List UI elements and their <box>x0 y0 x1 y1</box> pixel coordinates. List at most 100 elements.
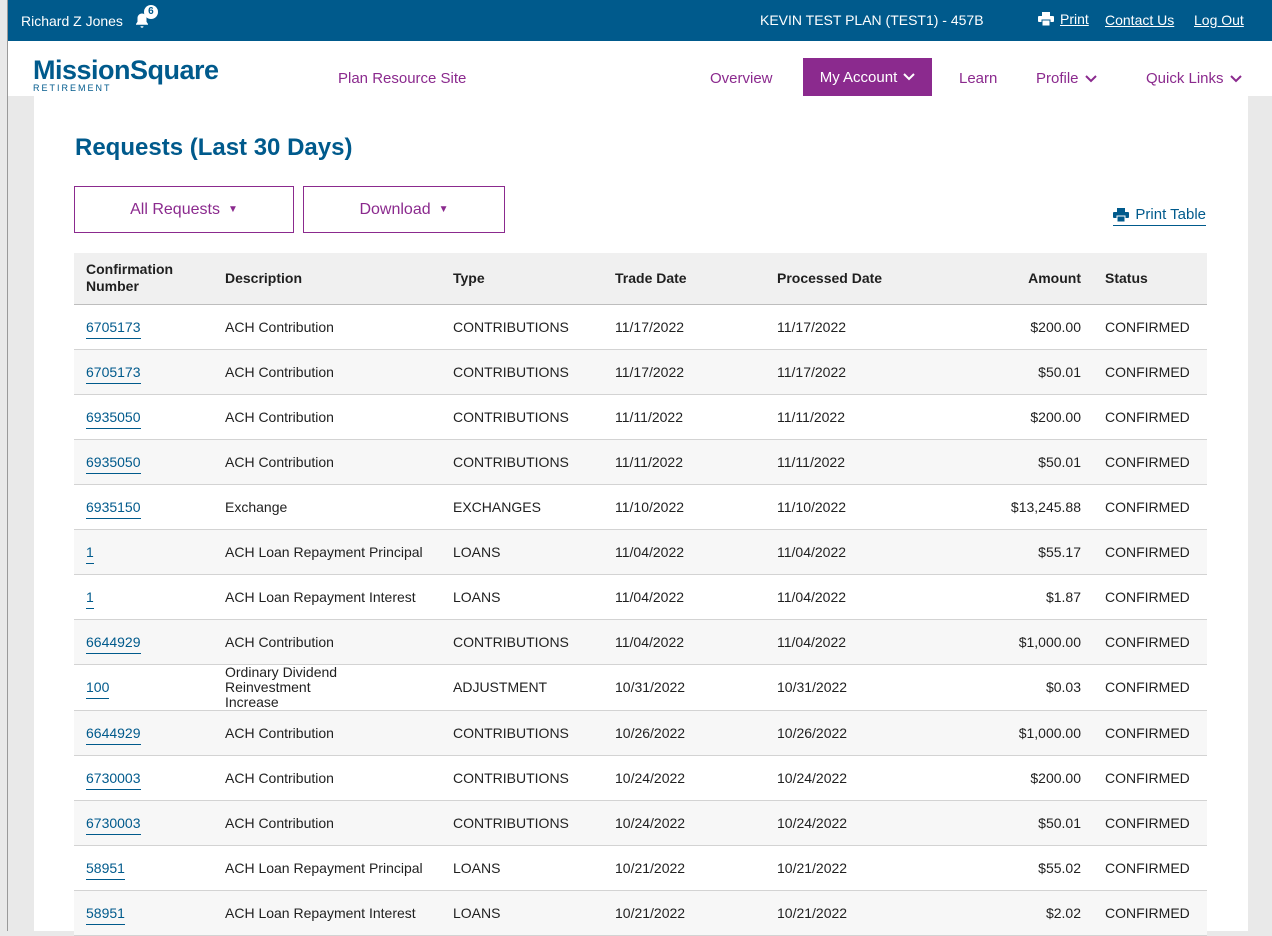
processed-date-cell: 10/26/2022 <box>765 710 919 756</box>
trade-date-cell: 10/21/2022 <box>603 890 765 936</box>
print-link[interactable]: Print <box>1038 11 1089 27</box>
status-cell: CONFIRMED <box>1093 664 1207 711</box>
description-cell: Ordinary Dividend Reinvestment Increase <box>225 663 338 710</box>
col-description[interactable]: Description <box>213 253 441 305</box>
amount-cell: $1.87 <box>919 574 1093 620</box>
description-cell: ACH Contribution <box>213 349 441 395</box>
processed-date-cell: 11/11/2022 <box>777 408 845 425</box>
amount-cell: $55.02 <box>919 845 1093 891</box>
confirmation-number-link[interactable]: 6644929 <box>86 633 141 654</box>
nav-plan-resource-site[interactable]: Plan Resource Site <box>338 70 466 87</box>
trade-date-cell: 10/21/2022 <box>615 859 686 876</box>
confirmation-number-cell: 1 <box>74 529 213 575</box>
status-cell: CONFIRMED <box>1093 710 1207 756</box>
confirmation-number-link[interactable]: 6644929 <box>86 724 141 745</box>
confirmation-number-link[interactable]: 6705173 <box>86 363 141 384</box>
processed-date-cell: 10/31/2022 <box>765 664 919 711</box>
nav-overview[interactable]: Overview <box>710 70 773 87</box>
status-cell: CONFIRMED <box>1105 904 1190 921</box>
confirmation-number-cell: 6730003 <box>74 755 213 801</box>
nav-my-account[interactable]: My Account <box>803 58 932 96</box>
trade-date-cell: 10/21/2022 <box>615 904 686 921</box>
status-cell: CONFIRMED <box>1093 619 1207 665</box>
description-cell: ACH Loan Repayment Principal <box>213 529 441 575</box>
nav-quick-links[interactable]: Quick Links <box>1146 70 1242 87</box>
status-cell: CONFIRMED <box>1105 408 1190 425</box>
processed-date-cell: 10/24/2022 <box>765 800 919 846</box>
col-confirmation-number[interactable]: Confirmation Number <box>74 253 213 305</box>
all-requests-dropdown[interactable]: All Requests ▼ <box>74 186 294 233</box>
trade-date-cell: 10/21/2022 <box>603 845 765 891</box>
table-row: 6705173 ACH Contribution CONTRIBUTIONS 11/1… <box>74 304 1207 350</box>
description-cell: Exchange <box>225 498 288 515</box>
confirmation-number-link[interactable]: 58951 <box>86 904 125 925</box>
amount-cell: $200.00 <box>1030 769 1081 786</box>
type-cell: LOANS <box>453 904 501 921</box>
nav-learn[interactable]: Learn <box>959 70 997 87</box>
type-cell: LOANS <box>441 890 603 936</box>
col-type[interactable]: Type <box>441 253 603 305</box>
contact-us-link[interactable]: Contact Us <box>1105 12 1174 28</box>
confirmation-number-link[interactable]: 6730003 <box>86 769 141 790</box>
amount-cell: $55.02 <box>1038 859 1081 876</box>
table-row: 1 ACH Loan Repayment Principal LOANS 11/04/… <box>74 529 1207 575</box>
amount-cell: $200.00 <box>919 394 1093 440</box>
col-trade-date[interactable]: Trade Date <box>603 253 765 305</box>
confirmation-number-link[interactable]: 1 <box>86 588 94 609</box>
confirmation-number-link[interactable]: 6730003 <box>86 814 141 835</box>
description-cell: ACH Contribution <box>225 318 334 335</box>
processed-date-cell: 11/04/2022 <box>765 574 919 620</box>
type-cell: CONTRIBUTIONS <box>453 769 569 786</box>
confirmation-number-link[interactable]: 6935050 <box>86 408 141 429</box>
trade-date-cell: 11/11/2022 <box>615 408 683 425</box>
confirmation-number-link[interactable]: 6705173 <box>86 318 141 339</box>
processed-date-cell: 11/04/2022 <box>777 543 847 560</box>
status-cell: CONFIRMED <box>1093 890 1207 936</box>
trade-date-cell: 10/31/2022 <box>603 664 765 711</box>
description-cell: ACH Contribution <box>225 814 334 831</box>
nav-profile[interactable]: Profile <box>1036 70 1097 87</box>
printer-icon <box>1038 12 1054 26</box>
confirmation-number-link[interactable]: 100 <box>86 679 110 699</box>
amount-cell: $50.01 <box>919 800 1093 846</box>
print-table-link[interactable]: Print Table <box>1113 206 1206 226</box>
processed-date-cell: 11/11/2022 <box>765 394 919 440</box>
processed-date-cell: 11/10/2022 <box>777 498 847 515</box>
print-table-label: Print Table <box>1135 206 1206 223</box>
col-status[interactable]: Status <box>1093 253 1207 305</box>
trade-date-cell: 10/26/2022 <box>603 710 765 756</box>
type-cell: EXCHANGES <box>453 498 541 515</box>
trade-date-cell: 10/24/2022 <box>615 769 686 786</box>
type-cell: CONTRIBUTIONS <box>441 439 603 485</box>
download-dropdown[interactable]: Download ▼ <box>303 186 505 233</box>
description-cell: ACH Contribution <box>213 619 441 665</box>
status-cell: CONFIRMED <box>1093 304 1207 350</box>
type-cell: CONTRIBUTIONS <box>441 755 603 801</box>
confirmation-number-link[interactable]: 6935050 <box>86 453 141 474</box>
table-row: 6935050 ACH Contribution CONTRIBUTIONS 11/1… <box>74 394 1207 440</box>
amount-cell: $0.03 <box>919 664 1093 711</box>
description-cell: ACH Contribution <box>213 755 441 801</box>
type-cell: CONTRIBUTIONS <box>441 800 603 846</box>
missionsquare-logo[interactable]: MissionSquare RETIREMENT <box>33 57 219 94</box>
processed-date-cell: 11/04/2022 <box>765 529 919 575</box>
notifications-button[interactable]: 6 <box>133 4 158 32</box>
trade-date-cell: 11/17/2022 <box>615 318 685 335</box>
status-cell: CONFIRMED <box>1093 845 1207 891</box>
status-cell: CONFIRMED <box>1093 439 1207 485</box>
description-cell: ACH Contribution <box>225 453 334 470</box>
col-processed-date[interactable]: Processed Date <box>765 253 919 305</box>
confirmation-number-link[interactable]: 6935150 <box>86 498 141 519</box>
table-row: 6935150 Exchange EXCHANGES 11/10/2022 11/10/… <box>74 484 1207 530</box>
confirmation-number-link[interactable]: 58951 <box>86 859 125 880</box>
nav-my-account-label: My Account <box>819 68 898 86</box>
log-out-link[interactable]: Log Out <box>1194 12 1244 28</box>
amount-cell: $200.00 <box>919 755 1093 801</box>
confirmation-number-link[interactable]: 1 <box>86 543 94 564</box>
type-cell: CONTRIBUTIONS <box>441 304 603 350</box>
description-cell: Exchange <box>213 484 441 530</box>
processed-date-cell: 11/10/2022 <box>765 484 919 530</box>
nav-quick-links-label: Quick Links <box>1146 70 1224 87</box>
processed-date-cell: 11/17/2022 <box>777 318 847 335</box>
col-amount[interactable]: Amount <box>919 253 1093 305</box>
